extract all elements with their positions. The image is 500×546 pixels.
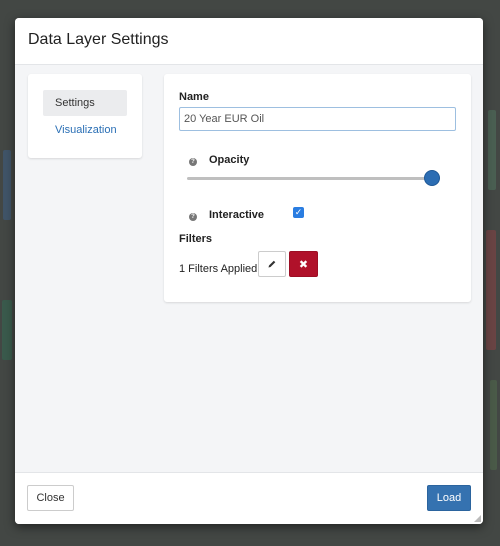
opacity-label: Opacity xyxy=(209,154,250,166)
settings-nav: Settings Visualization xyxy=(28,74,142,158)
close-icon: ✖ xyxy=(298,258,309,271)
settings-panel: Name ? Opacity ? Interactive ✓ Filters 1… xyxy=(164,74,471,302)
resize-grip-icon[interactable] xyxy=(474,515,481,522)
filters-label: Filters xyxy=(179,233,213,245)
interactive-help-icon[interactable]: ? xyxy=(189,213,197,221)
nav-item-settings[interactable]: Settings xyxy=(43,90,127,116)
data-layer-settings-dialog: Data Layer Settings Settings Visualizati… xyxy=(15,18,483,524)
interactive-checkbox[interactable]: ✓ xyxy=(293,207,304,218)
edit-filters-button[interactable] xyxy=(258,251,286,277)
dialog-header: Data Layer Settings xyxy=(15,18,483,65)
name-input[interactable] xyxy=(179,107,456,131)
opacity-slider-thumb[interactable] xyxy=(424,170,440,186)
pencil-icon xyxy=(268,260,276,268)
dialog-title: Data Layer Settings xyxy=(28,31,169,48)
load-button[interactable]: Load xyxy=(427,485,471,511)
dialog-footer: Close Load xyxy=(15,472,483,524)
name-label: Name xyxy=(179,91,209,103)
nav-item-visualization[interactable]: Visualization xyxy=(43,117,127,143)
interactive-label: Interactive xyxy=(209,209,265,221)
opacity-help-icon[interactable]: ? xyxy=(189,158,197,166)
remove-filters-button[interactable]: ✖ xyxy=(289,251,318,277)
opacity-slider[interactable] xyxy=(187,170,440,186)
dialog-body: Settings Visualization Name ? Opacity ? … xyxy=(15,65,483,473)
filters-status: 1 Filters Applied xyxy=(179,263,258,275)
close-button[interactable]: Close xyxy=(27,485,74,511)
